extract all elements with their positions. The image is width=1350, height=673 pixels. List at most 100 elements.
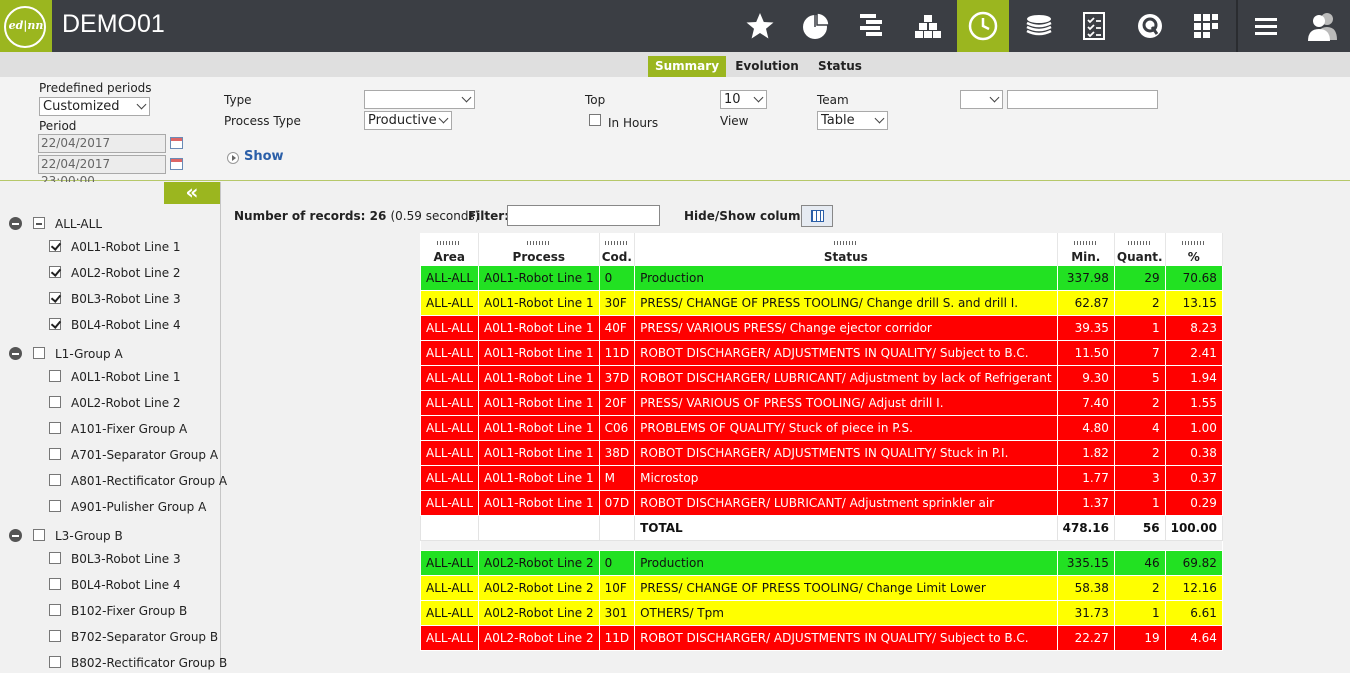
collapse-minus-icon[interactable] [9,217,22,230]
table-row[interactable]: ALL-ALL A0L2-Robot Line 2 0 Production 335.1… [419,549,1223,576]
tree-item[interactable]: B0L3-Robot Line 3 [0,289,220,309]
tree-item[interactable]: A0L1-Robot Line 1 [0,237,220,257]
tree-group-checkbox[interactable] [33,529,45,541]
collapse-minus-icon[interactable] [9,347,22,360]
tree-item[interactable]: B0L4-Robot Line 4 [0,575,220,595]
top-select[interactable]: 10 [720,90,767,109]
tree-item[interactable]: B802-Rectificator Group B [0,653,227,673]
calendar-icon[interactable] [170,158,183,170]
team-select[interactable] [960,90,1003,109]
tree-group[interactable]: L3-Group B [0,526,220,546]
tree-item[interactable]: A101-Fixer Group A [0,419,220,439]
app-logo[interactable]: ed|nn [0,0,52,52]
drag-handle-icon[interactable] [526,240,551,245]
view-select[interactable]: Table [817,111,888,130]
tree-group-checkbox[interactable] [33,347,45,359]
hide-show-columns-button[interactable] [801,205,833,227]
table-row[interactable]: ALL-ALL A0L1-Robot Line 1 C06 PROBLEMS OF Q… [419,414,1223,441]
table-row[interactable]: ALL-ALL A0L1-Robot Line 1 30F PRESS/ CHANGE… [419,289,1223,316]
tree-item[interactable]: A0L2-Robot Line 2 [0,393,220,413]
table-row[interactable]: ALL-ALL A0L1-Robot Line 1 11D ROBOT DISCHAR… [419,339,1223,366]
tree-group[interactable]: ALL-ALL [0,214,220,234]
column-header-min[interactable]: Min. [1057,233,1115,265]
predefined-periods-select[interactable]: Customized [39,97,150,116]
column-header-area[interactable]: Area [420,233,480,265]
show-button[interactable]: Show [244,149,284,164]
tree-item-checkbox[interactable] [49,422,61,434]
period-from-field[interactable]: 22/04/2017 15:00:00 [38,134,166,167]
tree-group-checkbox[interactable] [33,217,45,229]
nav-checklist-button[interactable] [1069,0,1121,52]
nav-dashboard-button[interactable] [1180,0,1232,52]
drag-handle-icon[interactable] [604,240,629,245]
tree-item[interactable]: A0L2-Robot Line 2 [0,263,220,283]
period-to-field[interactable]: 22/04/2017 23:00:00 [38,155,166,188]
tree-item[interactable]: A801-Rectificator Group A [0,471,227,491]
tree-item-checkbox[interactable] [49,604,61,616]
tree-item[interactable]: A701-Separator Group A [0,445,220,465]
nav-menu-button[interactable] [1240,0,1292,52]
column-header-cod[interactable]: Cod. [599,233,636,265]
tree-item[interactable]: B0L3-Robot Line 3 [0,549,220,569]
nav-users-button[interactable] [1296,0,1348,52]
column-header-percent[interactable]: % [1165,233,1223,265]
tree-item[interactable]: A901-Pulisher Group A [0,497,220,517]
nav-time-button[interactable] [957,0,1009,52]
calendar-icon[interactable] [170,137,183,149]
table-row[interactable]: ALL-ALL A0L1-Robot Line 1 38D ROBOT DISCHAR… [419,439,1223,466]
nav-costs-button[interactable] [1013,0,1065,52]
tree-item-checkbox[interactable] [49,500,61,512]
table-row[interactable]: ALL-ALL A0L1-Robot Line 1 07D ROBOT DISCHAR… [419,489,1223,516]
tab-evolution[interactable]: Evolution [732,56,802,77]
play-icon[interactable] [227,152,239,164]
tree-group[interactable]: L1-Group A [0,344,220,364]
nav-charts-button[interactable] [790,0,842,52]
nav-quality-button[interactable] [1124,0,1176,52]
tree-item-checkbox[interactable] [49,370,61,382]
in-hours-checkbox[interactable] [589,114,601,126]
table-filter-input[interactable] [507,205,660,226]
tree-item-checkbox[interactable] [49,292,61,304]
tree-item-checkbox[interactable] [49,318,61,330]
tree-item-checkbox[interactable] [49,552,61,564]
column-header-process[interactable]: Process [478,233,600,265]
nav-hierarchy-button[interactable] [902,0,954,52]
tree-item-checkbox[interactable] [49,656,61,668]
drag-handle-icon[interactable] [437,240,462,245]
drag-handle-icon[interactable] [1127,240,1152,245]
tree-item-checkbox[interactable] [49,448,61,460]
drag-handle-icon[interactable] [833,240,858,245]
table-row[interactable]: ALL-ALL A0L2-Robot Line 2 301 OTHERS/ Tpm 31… [419,599,1223,626]
column-header-quant[interactable]: Quant. [1114,233,1166,265]
tree-item-checkbox[interactable] [49,396,61,408]
table-row[interactable]: ALL-ALL A0L1-Robot Line 1 0 Production 337.9… [419,264,1223,291]
table-row[interactable]: ALL-ALL A0L1-Robot Line 1 40F PRESS/ VARIOU… [419,314,1223,341]
type-select[interactable] [364,90,475,109]
tree-item[interactable]: A0L1-Robot Line 1 [0,367,220,387]
nav-list-button[interactable] [846,0,898,52]
tree-item-checkbox[interactable] [49,474,61,486]
tree-item-checkbox[interactable] [49,578,61,590]
collapse-minus-icon[interactable] [9,529,22,542]
team-input[interactable] [1007,90,1158,109]
table-row[interactable]: ALL-ALL A0L2-Robot Line 2 10F PRESS/ CHANGE… [419,574,1223,601]
tree-item[interactable]: B102-Fixer Group B [0,601,220,621]
tab-summary[interactable]: Summary [648,56,726,77]
process-type-select[interactable]: Productive [364,111,452,130]
column-header-status[interactable]: Status [634,233,1058,265]
nav-favorites-button[interactable] [734,0,786,52]
tree-item-label: A0L2-Robot Line 2 [71,396,181,410]
table-row[interactable]: ALL-ALL A0L1-Robot Line 1 20F PRESS/ VARIOU… [419,389,1223,416]
drag-handle-icon[interactable] [1181,240,1206,245]
tree-item-checkbox[interactable] [49,240,61,252]
table-row[interactable]: ALL-ALL A0L2-Robot Line 2 11D ROBOT DISCHAR… [419,624,1223,651]
tree-item[interactable]: B702-Separator Group B [0,627,220,647]
table-row[interactable]: ALL-ALL A0L1-Robot Line 1 M Microstop 1.77 3 0… [419,464,1223,491]
drag-handle-icon[interactable] [1073,240,1098,245]
tree-item-checkbox[interactable] [49,266,61,278]
collapse-sidebar-button[interactable]: « [164,182,220,204]
tab-status[interactable]: Status [812,56,868,77]
table-row[interactable]: ALL-ALL A0L1-Robot Line 1 37D ROBOT DISCHAR… [419,364,1223,391]
tree-item-checkbox[interactable] [49,630,61,642]
tree-item[interactable]: B0L4-Robot Line 4 [0,315,220,335]
